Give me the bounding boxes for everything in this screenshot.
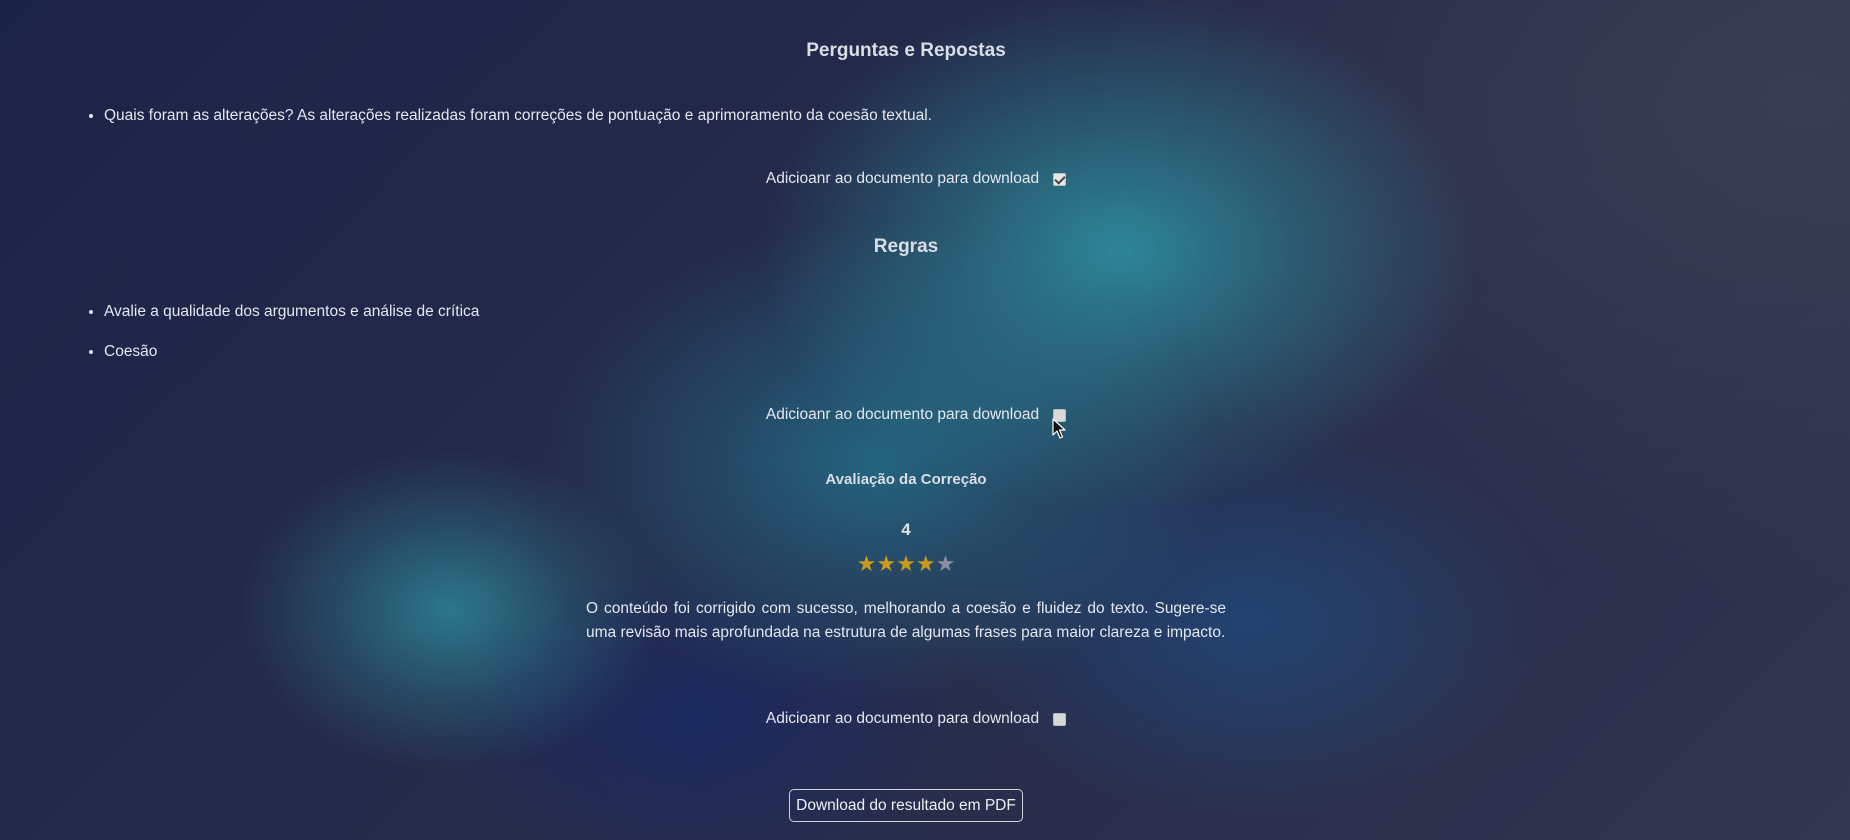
rules-download-row: Adicioanr ao documento para download [0, 406, 1812, 424]
rules-section-title: Regras [873, 236, 939, 257]
star-filled-icon: ★ [896, 551, 916, 576]
rules-list: Avalie a qualidade dos argumentos e anál… [80, 302, 479, 362]
qa-download-checkbox[interactable] [1053, 172, 1067, 186]
qa-download-row: Adicioanr ao documento para download [0, 170, 1812, 188]
list-item: Avalie a qualidade dos argumentos e anál… [104, 302, 479, 322]
qa-section-title: Perguntas e Repostas [806, 40, 1006, 61]
evaluation-section-title: Avaliação da Correção [825, 471, 987, 488]
star-filled-icon: ★ [856, 551, 877, 576]
mouse-cursor-icon [1052, 418, 1066, 439]
download-pdf-button[interactable]: Download do resultado em PDF [789, 789, 1023, 822]
evaluation-download-row: Adicioanr ao documento para download [0, 710, 1812, 728]
list-item: Quais foram as alterações? As alterações… [104, 106, 932, 126]
evaluation-download-checkbox[interactable] [1053, 712, 1067, 726]
star-filled-icon: ★ [915, 551, 936, 576]
list-item: Coesão [104, 342, 479, 362]
download-label: Adicioanr ao documento para download [765, 406, 1040, 423]
rating-score: 4 [901, 520, 911, 539]
qa-list: Quais foram as alterações? As alterações… [80, 106, 932, 126]
star-rating: ★★★★★ [0, 552, 1812, 576]
evaluation-feedback: O conteúdo foi corrigido com sucesso, me… [586, 600, 1226, 641]
download-label: Adicioanr ao documento para download [765, 170, 1040, 187]
star-empty-icon: ★ [935, 551, 956, 576]
star-filled-icon: ★ [876, 551, 897, 576]
download-label: Adicioanr ao documento para download [765, 710, 1040, 727]
